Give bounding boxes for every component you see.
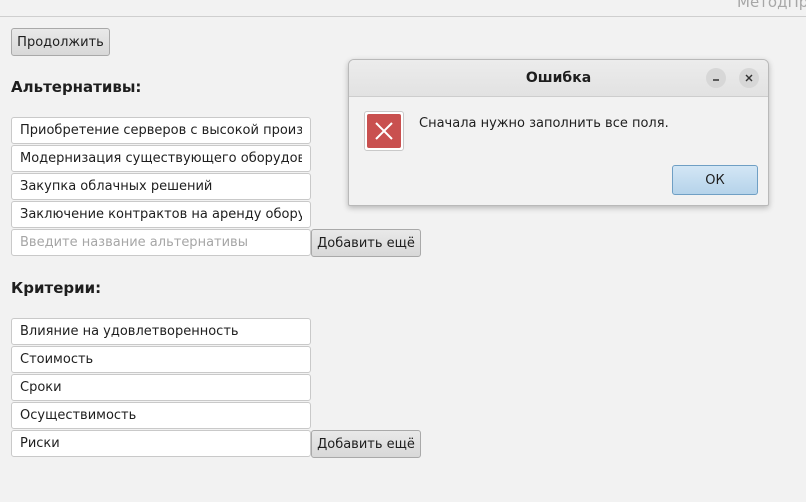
criterion-field-5[interactable] (11, 430, 311, 457)
window-title: МетодПр (737, 0, 806, 11)
alternative-field-3[interactable] (11, 173, 311, 200)
app-window: МетодПр Продолжить Альтернативы: Добавит… (0, 0, 806, 502)
alternative-field-2[interactable] (11, 145, 311, 172)
criterion-field-4[interactable] (11, 402, 311, 429)
alternative-new-input[interactable] (11, 229, 311, 256)
continue-button[interactable]: Продолжить (11, 28, 110, 56)
alternatives-heading: Альтернативы: (11, 78, 142, 96)
error-dialog: Ошибка Сначала нужно заполнить все поля.… (348, 59, 769, 206)
window-title-bar: МетодПр (0, 0, 806, 17)
criterion-field-3[interactable] (11, 374, 311, 401)
add-alternative-button[interactable]: Добавить ещё (311, 229, 421, 257)
minimize-icon[interactable] (706, 68, 726, 88)
error-icon (364, 111, 404, 151)
criterion-field-2[interactable] (11, 346, 311, 373)
close-icon[interactable] (739, 68, 759, 88)
criteria-heading: Критерии: (11, 279, 102, 297)
alternative-field-4[interactable] (11, 201, 311, 228)
add-criterion-button[interactable]: Добавить ещё (311, 430, 421, 458)
alternative-field-1[interactable] (11, 117, 311, 144)
dialog-message: Сначала нужно заполнить все поля. (419, 116, 669, 131)
criterion-field-1[interactable] (11, 318, 311, 345)
ok-button[interactable]: ОК (672, 165, 758, 195)
